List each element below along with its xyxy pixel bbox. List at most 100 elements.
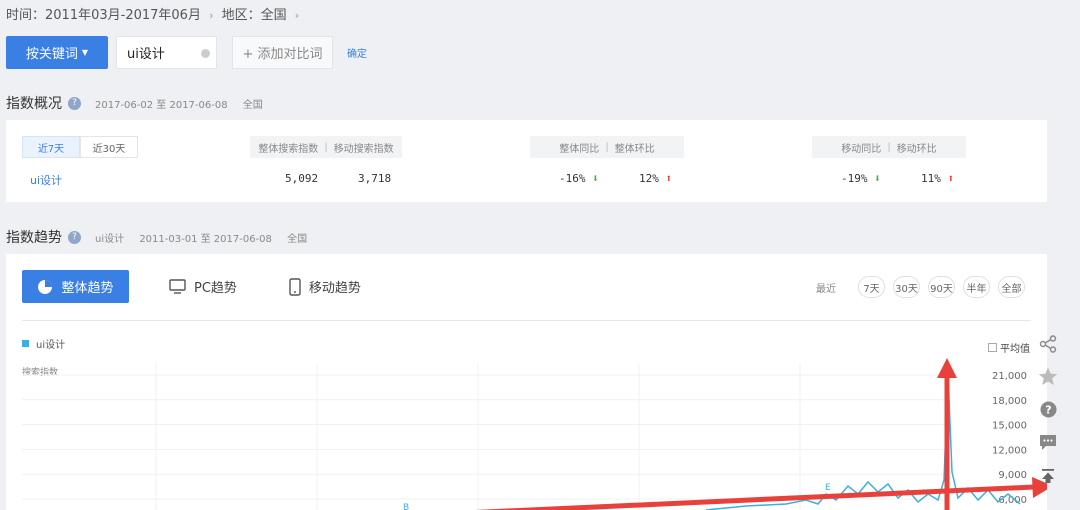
help-icon[interactable]: ? (68, 96, 81, 110)
side-toolbar: ? (1031, 327, 1065, 492)
keyword-input-value: ui设计 (127, 47, 165, 62)
tab-30-days[interactable]: 近30天 (80, 136, 138, 158)
mobile-yoy-text: -19% (841, 172, 868, 185)
help-icon[interactable]: ? (68, 230, 81, 244)
feedback-button[interactable] (1031, 426, 1065, 459)
time-filter[interactable]: 时间：2011年03月-2017年06月 (6, 8, 201, 23)
header-mobile-search: 移动搜索指数 (333, 143, 394, 155)
tab-mobile-trend-label: 移动趋势 (308, 281, 361, 296)
caret-down-icon: ▼ (81, 48, 89, 57)
y-tick-label: 6,000 (998, 495, 1027, 506)
tab-7-days[interactable]: 近7天 (22, 136, 80, 158)
help-circle-icon: ? (1040, 401, 1056, 418)
search-index-header: 整体搜索指数 | 移动搜索指数 (250, 136, 402, 158)
overall-mom-text: 12% (639, 172, 659, 185)
trend-keyword: ui设计 (95, 233, 125, 245)
trend-header: 指数趋势 ? ui设计 2011-03-01 至 2017-06-08 全国 (6, 227, 319, 247)
tab-pc-trend-label: PC趋势 (194, 281, 237, 296)
series-line-ui-design (705, 373, 1021, 510)
y-tick-label: 21,000 (992, 371, 1027, 382)
chevron-right-icon: › (294, 9, 300, 22)
chart-legend[interactable]: ui设计 (22, 336, 65, 351)
overall-search-index: 5,092 (285, 172, 319, 185)
share-icon (1039, 334, 1057, 353)
tab-overall-trend[interactable]: 整体趋势 (22, 270, 129, 303)
arrow-up-icon: ⬆ (947, 172, 955, 185)
y-axis-ticks: 21,000 18,000 15,000 12,000 9,000 6,000 (992, 371, 1027, 506)
keyword-input[interactable]: ui设计 (116, 36, 217, 69)
chart-grid (22, 364, 946, 510)
annotation-arrow-diagonal (474, 484, 1035, 510)
tab-pc-trend[interactable]: PC趋势 (169, 270, 237, 303)
trend-tabs: 整体趋势 PC趋势 移动趋势 (22, 270, 413, 303)
header-mobile-mom: 移动环比 (896, 143, 937, 155)
y-tick-label: 9,000 (998, 470, 1027, 481)
range-7-days[interactable]: 7天 (858, 276, 885, 298)
star-icon (1038, 367, 1058, 385)
range-label: 最近 (816, 283, 836, 295)
overview-keyword[interactable]: ui设计 (30, 172, 62, 188)
trend-region: 全国 (287, 233, 308, 245)
header-overall-yoy: 整体同比 (559, 143, 600, 155)
clear-icon[interactable] (201, 49, 210, 58)
share-button[interactable] (1031, 327, 1065, 360)
y-tick-label: 18,000 (992, 396, 1027, 407)
range-30-days[interactable]: 30天 (893, 276, 920, 298)
tab-mobile-trend[interactable]: 移动趋势 (289, 270, 361, 303)
mobile-compare-header: 移动同比 | 移动环比 (812, 136, 966, 158)
add-compare-button[interactable]: + 添加对比词 (232, 36, 333, 69)
trend-card: 整体趋势 PC趋势 移动趋势 最近 7天 30天 90天 半年 全部 ui设计 … (6, 254, 1047, 510)
y-axis-title: 搜索指数 (22, 368, 59, 378)
confirm-link[interactable]: 确定 (347, 45, 367, 60)
keyword-mode-button[interactable]: 按关键词 ▼ (6, 36, 108, 69)
range-all[interactable]: 全部 (998, 276, 1025, 298)
range-90-days[interactable]: 90天 (928, 276, 955, 298)
overall-yoy-value: -16% ⬇ (559, 172, 599, 185)
range-selector: 最近 7天 30天 90天 半年 全部 (816, 276, 1025, 298)
annotation-arrows (474, 358, 1047, 510)
search-row: 按关键词 ▼ ui设计 + 添加对比词 确定 (6, 36, 367, 69)
overview-card: 近7天 近30天 整体搜索指数 | 移动搜索指数 整体同比 | 整体环比 移动同… (6, 120, 1047, 202)
trend-title: 指数趋势 (6, 230, 62, 246)
header-mobile-yoy: 移动同比 (841, 143, 882, 155)
mobile-mom-text: 11% (921, 172, 941, 185)
keyword-mode-label: 按关键词 (25, 47, 78, 62)
region-filter[interactable]: 地区：全国 (222, 8, 287, 23)
annotation-arrowhead-vertical (937, 358, 957, 378)
range-half-year[interactable]: 半年 (963, 276, 990, 298)
arrow-up-icon: ⬆ (665, 172, 673, 185)
trend-date-range: 2011-03-01 至 2017-06-08 (139, 233, 272, 245)
overview-period-tabs: 近7天 近30天 (22, 136, 138, 158)
header-divider: | (324, 141, 328, 153)
overall-compare-header: 整体同比 | 整体环比 (530, 136, 684, 158)
header-overall-search: 整体搜索指数 (258, 143, 319, 155)
filter-bar: 时间：2011年03月-2017年06月 › 地区：全国 › (6, 6, 303, 26)
y-tick-label: 12,000 (992, 445, 1027, 456)
legend-label: ui设计 (36, 340, 66, 351)
divider (22, 320, 1031, 321)
back-to-top-button[interactable] (1031, 459, 1065, 492)
header-overall-mom: 整体环比 (614, 143, 655, 155)
overview-region: 全国 (242, 99, 263, 111)
mobile-mom-value: 11% ⬆ (921, 172, 954, 185)
checkbox[interactable] (988, 343, 997, 352)
comment-icon (1040, 435, 1056, 450)
y-tick-label: 15,000 (992, 421, 1027, 432)
header-divider: | (887, 141, 891, 153)
overall-yoy-text: -16% (559, 172, 586, 185)
average-toggle[interactable]: 平均值 (988, 340, 1030, 355)
favorite-button[interactable] (1031, 360, 1065, 393)
legend-swatch (22, 340, 29, 347)
header-divider: | (605, 141, 609, 153)
chevron-right-icon: › (209, 9, 214, 22)
phone-icon (289, 277, 301, 296)
back-to-top-icon (1042, 468, 1054, 483)
mobile-search-index: 3,718 (358, 172, 392, 185)
overview-date-range: 2017-06-02 至 2017-06-08 (95, 99, 228, 111)
point-marker-b: B (403, 503, 409, 510)
mobile-yoy-value: -19% ⬇ (841, 172, 881, 185)
trend-meta: ui设计 2011-03-01 至 2017-06-08 全国 (95, 230, 319, 245)
help-button[interactable]: ? (1031, 393, 1065, 426)
monitor-icon (169, 279, 186, 294)
overview-header: 指数概况 ? 2017-06-02 至 2017-06-08 全国 (6, 93, 275, 113)
